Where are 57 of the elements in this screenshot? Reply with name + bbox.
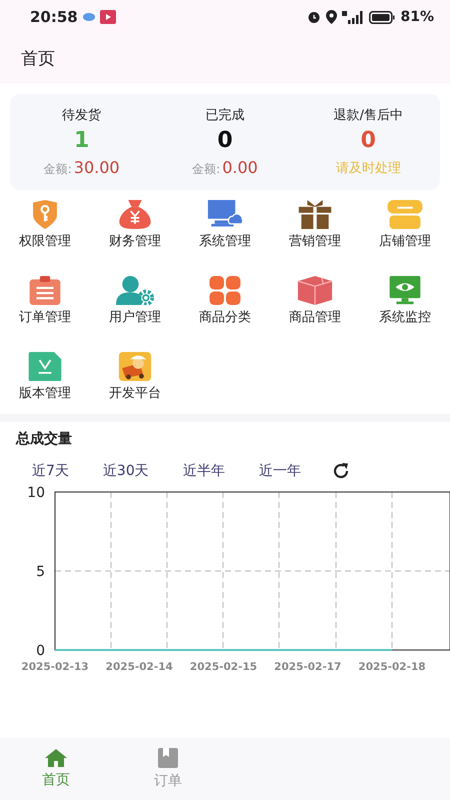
summary-count: 1: [74, 127, 90, 155]
y-tick-label: 0: [36, 643, 45, 659]
video-icon: [100, 10, 116, 24]
summary-count: 0: [217, 127, 233, 155]
user-gear-icon[interactable]: [114, 276, 156, 305]
x-tick-label: 2025-02-15: [190, 661, 258, 673]
x-tick-label: 2025-02-13: [21, 661, 89, 673]
section-title: 总成交量: [16, 430, 72, 448]
x-tick-label: 2025-02-18: [358, 661, 426, 673]
bookmark-page-icon: [158, 748, 178, 768]
menu-label[interactable]: 商品管理: [289, 308, 341, 326]
amount-label: 金额:: [192, 161, 220, 178]
app-icon: [82, 12, 95, 22]
menu-label[interactable]: 订单管理: [19, 308, 71, 326]
monitor-cloud-icon[interactable]: [205, 200, 245, 229]
gift-icon[interactable]: [296, 200, 334, 229]
status-time: 20:58: [30, 8, 78, 26]
eye-monitor-icon[interactable]: [387, 276, 423, 305]
menu-label[interactable]: 系统管理: [199, 232, 251, 250]
menu-label[interactable]: 营销管理: [289, 232, 341, 250]
menu-label[interactable]: 用户管理: [109, 308, 161, 326]
range-tab[interactable]: 近7天: [22, 458, 79, 484]
y-tick-label: 10: [27, 485, 45, 501]
range-tab[interactable]: 近一年: [248, 458, 311, 484]
summary-label: 退款/售后中: [334, 107, 404, 124]
box-icon[interactable]: [295, 276, 335, 305]
home-icon: [45, 749, 67, 767]
summary-label: 待发货: [62, 107, 102, 124]
store-icon[interactable]: [387, 200, 423, 229]
menu-label[interactable]: 系统监控: [379, 308, 431, 326]
amount-value: 30.00: [74, 158, 120, 177]
signal-icon: [342, 10, 364, 24]
menu-label[interactable]: 商品分类: [199, 308, 251, 326]
range-tab[interactable]: 近半年: [172, 458, 235, 484]
document-download-icon[interactable]: [27, 352, 63, 381]
battery-icon: [369, 10, 396, 24]
x-tick-label: 2025-02-14: [106, 661, 173, 673]
page-title: 首页: [21, 50, 55, 68]
alarm-icon: [307, 10, 322, 24]
range-tab[interactable]: 近30天: [92, 458, 159, 484]
menu-label[interactable]: 店铺管理: [379, 232, 431, 250]
battery-level: 81%: [400, 9, 434, 25]
amount-value: 0.00: [222, 158, 258, 177]
menu-label[interactable]: 版本管理: [19, 384, 71, 402]
menu-label[interactable]: 权限管理: [19, 232, 71, 250]
menu-label[interactable]: 开发平台: [109, 384, 161, 402]
nav-tab[interactable]: 首页: [0, 738, 112, 800]
y-tick-label: 5: [36, 564, 45, 580]
summary-count: 0: [360, 127, 376, 155]
amount-label: 金额:: [44, 161, 72, 178]
menu-label[interactable]: 财务管理: [109, 232, 161, 250]
location-icon: [326, 10, 338, 24]
four-squares-icon[interactable]: [209, 276, 241, 305]
summary-label: 已完成: [205, 107, 244, 124]
x-tick-label: 2025-02-17: [274, 661, 342, 673]
summary-hint: 请及时处理: [336, 160, 401, 178]
clipboard-icon[interactable]: [27, 276, 63, 305]
